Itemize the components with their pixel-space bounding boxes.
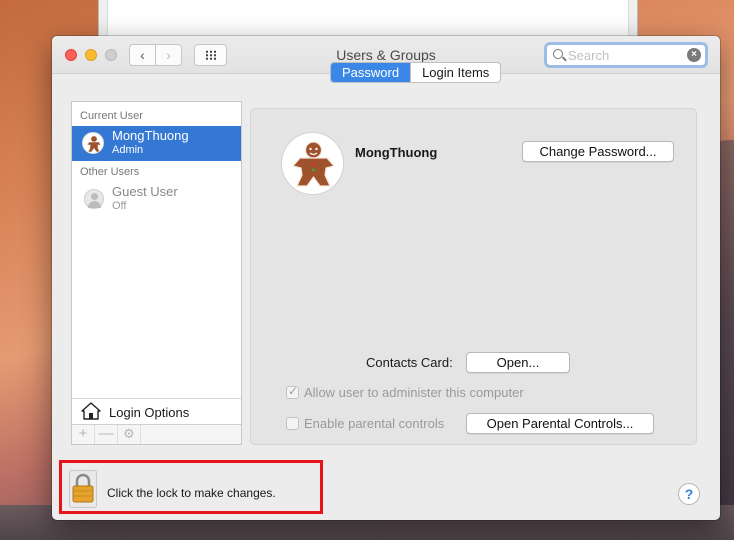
parental-controls-label: Enable parental controls bbox=[304, 416, 445, 431]
tab-login-items[interactable]: Login Items bbox=[410, 63, 500, 82]
allow-admin-label: Allow user to administer this computer bbox=[304, 385, 524, 400]
sidebar-item-current-user[interactable]: MongThuong Admin bbox=[72, 126, 241, 161]
house-icon bbox=[81, 402, 101, 420]
users-sidebar: Current User MongThuong Admin Other User… bbox=[71, 101, 242, 445]
tab-bar: Password Login Items bbox=[330, 62, 502, 83]
other-users-header: Other Users bbox=[80, 166, 140, 178]
sidebar-toolbar: + — ⚙ bbox=[72, 424, 241, 444]
guest-user-role: Off bbox=[112, 200, 127, 212]
search-field[interactable]: × bbox=[544, 42, 708, 68]
sidebar-item-login-options[interactable]: Login Options bbox=[72, 398, 241, 424]
users-groups-window: ‹ › Users & Groups × Current User bbox=[52, 36, 720, 520]
sidebar-item-guest-user[interactable]: Guest User Off bbox=[72, 182, 241, 217]
gingerbread-avatar-icon bbox=[282, 133, 343, 194]
contacts-card-label: Contacts Card: bbox=[366, 355, 453, 370]
add-user-button[interactable]: + bbox=[72, 425, 95, 444]
allow-admin-row: Allow user to administer this computer bbox=[286, 384, 524, 400]
current-user-name: MongThuong bbox=[112, 128, 189, 143]
highlight-box bbox=[59, 460, 323, 514]
parental-controls-checkbox[interactable] bbox=[286, 417, 299, 430]
help-button[interactable]: ? bbox=[678, 483, 700, 505]
user-full-name: MongThuong bbox=[355, 145, 438, 160]
open-parental-controls-button[interactable]: Open Parental Controls... bbox=[466, 413, 654, 434]
current-user-role: Admin bbox=[112, 144, 144, 156]
open-contacts-button[interactable]: Open... bbox=[466, 352, 570, 373]
gingerbread-avatar-icon bbox=[82, 132, 104, 154]
gear-icon[interactable]: ⚙ bbox=[118, 425, 141, 444]
user-picture[interactable] bbox=[281, 132, 344, 195]
guest-user-name: Guest User bbox=[112, 184, 178, 199]
clear-icon[interactable]: × bbox=[687, 48, 701, 62]
current-user-header: Current User bbox=[80, 110, 143, 122]
allow-admin-checkbox[interactable] bbox=[286, 384, 299, 399]
change-password-button[interactable]: Change Password... bbox=[522, 141, 674, 162]
parental-controls-row: Enable parental controls bbox=[286, 416, 444, 431]
search-input[interactable] bbox=[568, 47, 678, 63]
remove-user-button[interactable]: — bbox=[95, 425, 118, 444]
background-window bbox=[98, 0, 638, 38]
search-icon bbox=[553, 49, 563, 59]
login-options-label: Login Options bbox=[109, 405, 190, 420]
guest-avatar-icon bbox=[84, 189, 104, 209]
tab-password[interactable]: Password bbox=[331, 63, 411, 82]
